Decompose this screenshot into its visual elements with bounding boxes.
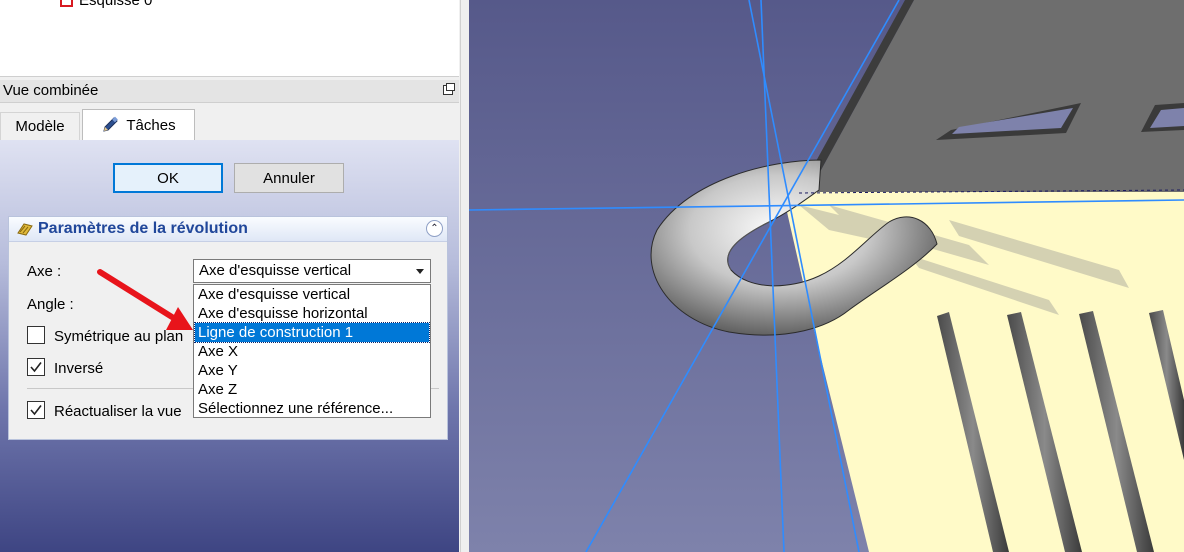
angle-label: Angle : xyxy=(27,296,74,313)
dropdown-option[interactable]: Axe X xyxy=(195,342,429,361)
revolution-parameters-header[interactable]: Paramètres de la révolution ⌃ xyxy=(9,217,447,242)
revolution-icon xyxy=(17,223,33,236)
axis-label: Axe : xyxy=(27,263,62,280)
refresh-view-checkbox[interactable] xyxy=(27,401,45,419)
tab-model-label: Modèle xyxy=(15,118,65,135)
3d-scene xyxy=(469,0,1184,552)
checkmark-icon xyxy=(30,362,42,373)
collapse-chevron-icon[interactable]: ⌃ xyxy=(426,220,443,237)
panel-title: Paramètres de la révolution xyxy=(38,220,248,237)
cancel-button[interactable]: Annuler xyxy=(234,163,344,193)
combo-view-titlebar: Vue combinée xyxy=(0,80,459,103)
combo-view-title: Vue combinée xyxy=(3,82,99,99)
axis-select-value: Axe d'esquisse vertical xyxy=(199,262,352,279)
axis-dropdown-list: Axe d'esquisse vertical Axe d'esquisse h… xyxy=(193,284,431,418)
dropdown-option-selected[interactable]: Ligne de construction 1 xyxy=(194,322,430,343)
chevron-down-icon xyxy=(416,269,424,274)
dropdown-option[interactable]: Sélectionnez une référence... xyxy=(195,399,429,418)
dropdown-option[interactable]: Axe d'esquisse horizontal xyxy=(195,304,429,323)
left-panel: Esquisse 0 Vue combinée Modèle Tâches OK… xyxy=(0,0,460,552)
dropdown-option[interactable]: Axe d'esquisse vertical xyxy=(195,285,429,304)
reversed-checkbox[interactable] xyxy=(27,358,45,376)
axis-select[interactable]: Axe d'esquisse vertical xyxy=(193,259,431,283)
checkmark-icon xyxy=(30,405,42,416)
tab-tasks[interactable]: Tâches xyxy=(82,109,195,141)
symmetric-label: Symétrique au plan xyxy=(54,328,184,345)
sketch-icon xyxy=(60,0,73,7)
model-tree: Esquisse 0 xyxy=(0,0,459,77)
dropdown-option[interactable]: Axe Y xyxy=(195,361,429,380)
refresh-view-label: Réactualiser la vue xyxy=(54,403,182,420)
tree-item-label: Esquisse 0 xyxy=(79,0,153,9)
float-dock-icon[interactable] xyxy=(443,83,455,95)
reversed-label: Inversé xyxy=(54,360,104,377)
combo-tabbar: Modèle Tâches xyxy=(0,106,459,141)
tree-item[interactable]: Esquisse 0 xyxy=(60,0,152,10)
tab-tasks-label: Tâches xyxy=(126,116,176,134)
ok-button[interactable]: OK xyxy=(113,163,223,193)
pencil-icon xyxy=(103,116,119,132)
tab-model[interactable]: Modèle xyxy=(0,112,80,140)
symmetric-checkbox[interactable] xyxy=(27,326,45,344)
3d-viewport[interactable] xyxy=(469,0,1184,552)
dropdown-option[interactable]: Axe Z xyxy=(195,380,429,399)
